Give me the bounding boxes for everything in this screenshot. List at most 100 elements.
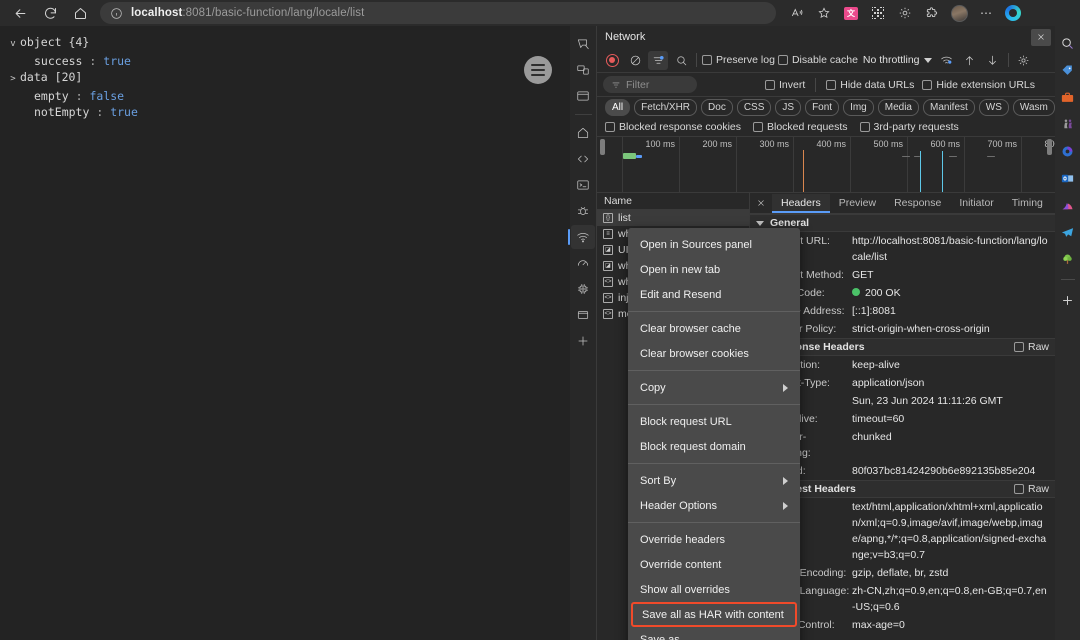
network-icon[interactable] (568, 225, 595, 249)
profile-avatar[interactable] (946, 2, 972, 24)
raw-toggle[interactable]: Raw (1013, 483, 1049, 495)
issues-bug-icon[interactable] (571, 199, 595, 223)
expand-arrow-icon[interactable]: > (6, 71, 20, 88)
request-list-column-header[interactable]: Name (597, 193, 749, 210)
type-filter-js[interactable]: JS (775, 98, 802, 116)
toggle-filter-button[interactable] (648, 50, 668, 70)
type-filter-ws[interactable]: WS (978, 98, 1009, 116)
tab-timing[interactable]: Timing (1003, 194, 1052, 213)
menu-item-clear-browser-cache[interactable]: Clear browser cache (628, 316, 800, 341)
type-filter-media[interactable]: Media (877, 98, 919, 116)
json-row[interactable]: success : true (6, 53, 570, 70)
json-viewer-menu-button[interactable] (524, 56, 552, 84)
shopping-tag-icon[interactable] (1059, 61, 1077, 79)
type-filter-fetch-xhr[interactable]: Fetch/XHR (634, 98, 698, 116)
timeline-scroll-right[interactable] (1047, 139, 1052, 155)
menu-item-copy[interactable]: Copy (628, 375, 800, 400)
sources-code-icon[interactable] (571, 147, 595, 171)
close-devtools-button[interactable] (1031, 28, 1051, 46)
type-filter-css[interactable]: CSS (736, 98, 772, 116)
application-chip-icon[interactable] (571, 277, 595, 301)
menu-item-override-headers[interactable]: Override headers (628, 527, 800, 552)
raw-toggle[interactable]: Raw (1013, 341, 1049, 353)
telegram-icon[interactable] (1059, 223, 1077, 241)
close-detail-button[interactable] (750, 198, 772, 208)
menu-item-edit-and-resend[interactable]: Edit and Resend (628, 282, 800, 307)
third-party-requests-checkbox[interactable]: 3rd-party requests (859, 121, 959, 133)
back-button[interactable] (6, 2, 34, 24)
performance-icon[interactable] (571, 251, 595, 275)
export-har-button[interactable] (983, 51, 1003, 70)
timeline-scroll-left[interactable] (600, 139, 605, 155)
home-icon[interactable] (66, 2, 94, 24)
designer-icon[interactable] (1059, 196, 1077, 214)
type-filter-font[interactable]: Font (805, 98, 840, 116)
extensions-icon[interactable] (919, 2, 945, 24)
address-bar[interactable]: localhost:8081/basic-function/lang/local… (100, 2, 776, 24)
json-row[interactable]: > data [20] (6, 69, 570, 88)
filter-input[interactable]: Filter (603, 76, 697, 93)
console-icon[interactable] (571, 173, 595, 197)
network-conditions-button[interactable] (937, 51, 957, 70)
blocked-response-cookies-checkbox[interactable]: Blocked response cookies (605, 121, 741, 133)
menu-item-block-request-url[interactable]: Block request URL (628, 409, 800, 434)
memory-icon[interactable] (571, 303, 595, 327)
outlook-icon[interactable] (1059, 169, 1077, 187)
type-filter-all[interactable]: All (605, 98, 631, 116)
settings-gear-icon[interactable] (892, 2, 918, 24)
menu-item-open-in-new-tab[interactable]: Open in new tab (628, 257, 800, 282)
more-panels-icon[interactable] (571, 329, 595, 353)
request-row[interactable]: {} list (597, 210, 749, 226)
type-filter-manifest[interactable]: Manifest (923, 98, 975, 116)
hide-extension-urls-checkbox[interactable]: Hide extension URLs (922, 79, 1035, 91)
invert-checkbox[interactable]: Invert (765, 79, 805, 91)
menu-item-save-as[interactable]: Save as... (628, 627, 800, 640)
responsive-window-icon[interactable] (571, 84, 595, 108)
import-har-button[interactable] (960, 51, 980, 70)
menu-item-block-request-domain[interactable]: Block request domain (628, 434, 800, 459)
throttling-dropdown[interactable]: No throttling (861, 54, 934, 66)
tab-preview[interactable]: Preview (830, 194, 885, 213)
search-button[interactable] (671, 51, 691, 70)
tree-icon[interactable] (1059, 250, 1077, 268)
network-timeline-overview[interactable]: 100 ms 200 ms 300 ms 400 ms 500 ms 600 m… (597, 137, 1055, 193)
search-icon[interactable] (1059, 34, 1077, 52)
read-aloud-icon[interactable] (784, 2, 810, 24)
more-options-icon[interactable]: ⋯ (973, 2, 999, 24)
json-row[interactable]: v object {4} (6, 34, 570, 53)
menu-item-save-all-as-har-with-content[interactable]: Save all as HAR with content (631, 602, 797, 627)
menu-item-open-in-sources-panel[interactable]: Open in Sources panel (628, 232, 800, 257)
tab-headers[interactable]: Headers (772, 193, 830, 213)
json-row[interactable]: notEmpty : true (6, 104, 570, 121)
clear-log-button[interactable] (625, 51, 645, 70)
tab-initiator[interactable]: Initiator (950, 194, 1002, 213)
games-icon[interactable] (1059, 115, 1077, 133)
record-button[interactable] (602, 51, 622, 70)
menu-item-show-all-overrides[interactable]: Show all overrides (628, 577, 800, 602)
device-toolbar-icon[interactable] (571, 58, 595, 82)
translate-icon[interactable]: 文 (838, 2, 864, 24)
hide-data-urls-checkbox[interactable]: Hide data URLs (826, 79, 914, 91)
disable-cache-checkbox[interactable]: Disable cache (777, 54, 858, 66)
menu-item-sort-by[interactable]: Sort By (628, 468, 800, 493)
elements-home-icon[interactable] (571, 121, 595, 145)
site-info-icon[interactable] (110, 7, 123, 20)
inspect-element-icon[interactable] (571, 32, 595, 56)
tools-icon[interactable] (1059, 88, 1077, 106)
type-filter-img[interactable]: Img (843, 98, 874, 116)
json-row[interactable]: empty : false (6, 88, 570, 105)
menu-item-clear-browser-cookies[interactable]: Clear browser cookies (628, 341, 800, 366)
expand-arrow-icon[interactable]: v (6, 36, 20, 53)
add-icon[interactable] (1059, 291, 1077, 309)
copilot-icon[interactable] (1059, 142, 1077, 160)
refresh-icon[interactable] (36, 2, 64, 24)
type-filter-doc[interactable]: Doc (701, 98, 733, 116)
tab-response[interactable]: Response (885, 194, 950, 213)
menu-item-header-options[interactable]: Header Options (628, 493, 800, 518)
network-settings-button[interactable] (1014, 51, 1034, 70)
qr-code-icon[interactable] (865, 2, 891, 24)
menu-item-override-content[interactable]: Override content (628, 552, 800, 577)
type-filter-wasm[interactable]: Wasm (1012, 98, 1055, 116)
blocked-requests-checkbox[interactable]: Blocked requests (753, 121, 848, 133)
copilot-icon[interactable] (1000, 2, 1026, 24)
